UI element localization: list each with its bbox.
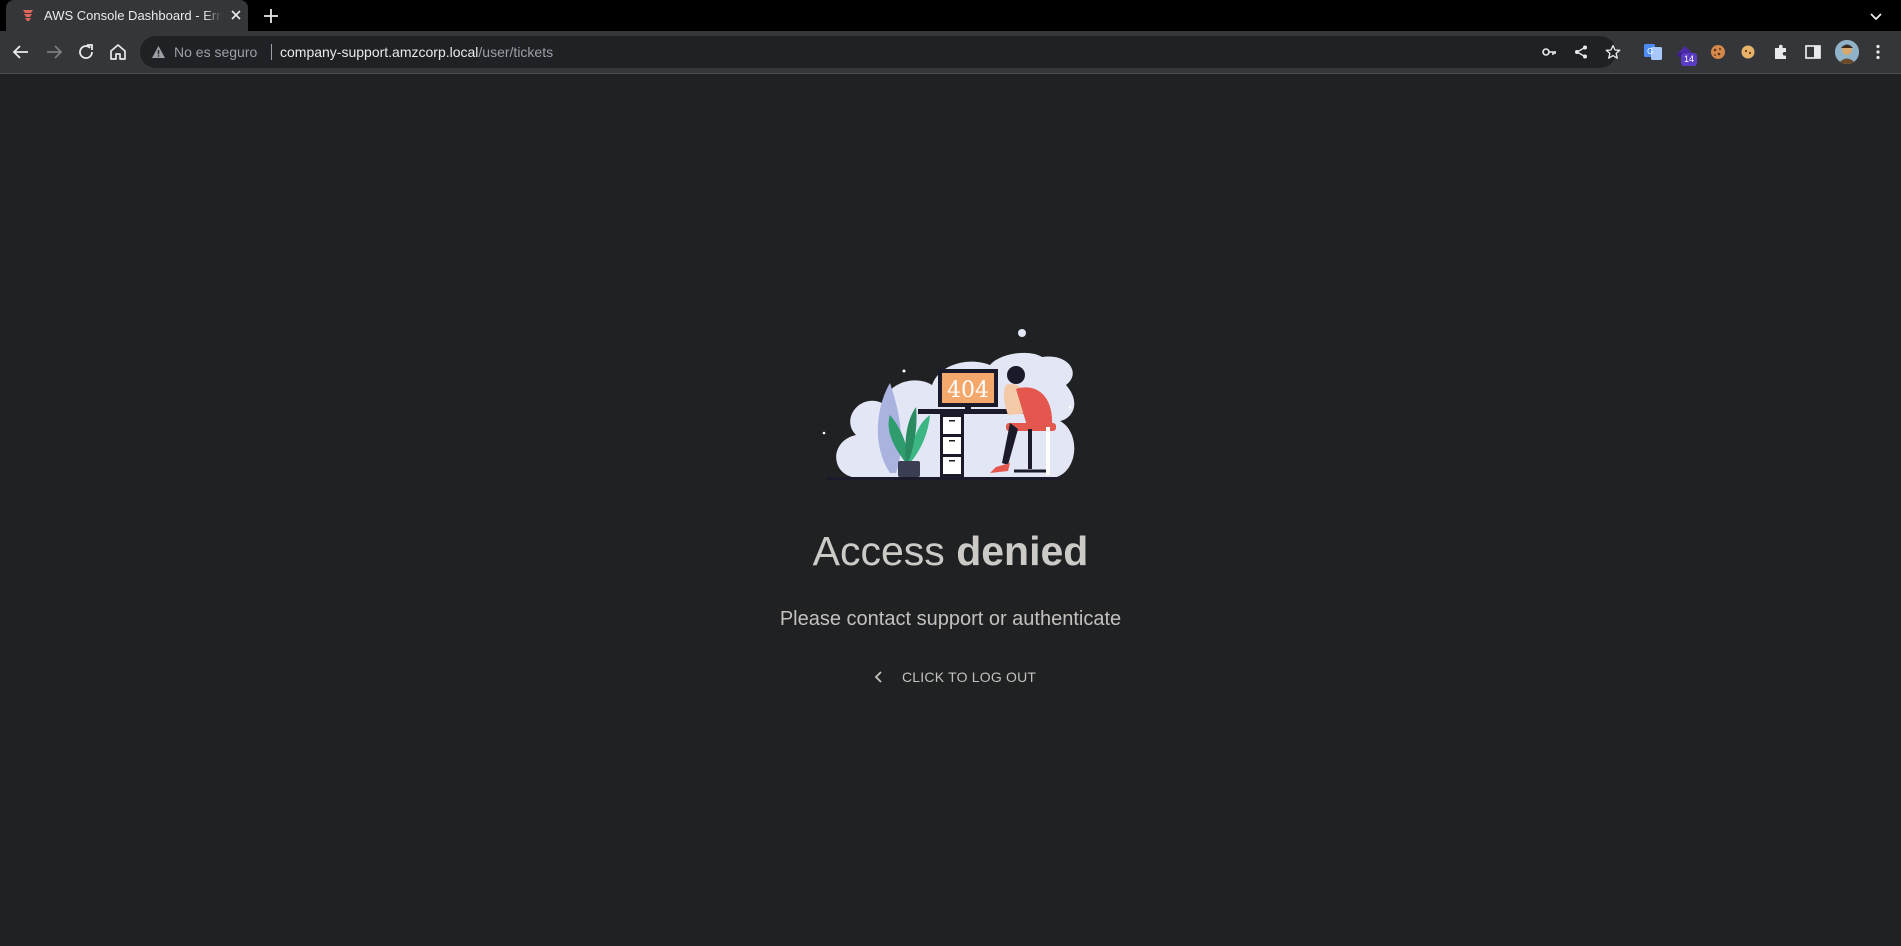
url-host: company-support.amzcorp.local [280,44,479,60]
error-404-illustration: 404 [822,329,1075,480]
chevron-left-icon [874,671,882,683]
layers-favicon-icon [23,10,33,21]
back-icon[interactable] [10,41,32,63]
home-icon[interactable] [107,41,129,63]
address-bar[interactable]: No es seguro company-support.amzcorp.loc… [140,36,1621,68]
title-bold: denied [956,528,1089,574]
puzzle-icon[interactable] [1771,42,1791,62]
reload-icon[interactable] [75,41,97,63]
share-icon[interactable] [1573,44,1589,60]
sidepanel-icon[interactable] [1803,42,1823,62]
logout-label: CLICK TO LOG OUT [902,669,1037,685]
browser-toolbar: No es seguro company-support.amzcorp.loc… [0,31,1901,74]
url-path: /user/tickets [478,44,554,60]
translate-icon[interactable]: G [1643,42,1663,62]
page-title: Access denied [0,528,1901,575]
new-tab-icon[interactable] [261,6,281,26]
cookie-alt-icon[interactable] [1738,42,1758,62]
forward-icon[interactable] [43,41,65,63]
url-text[interactable]: company-support.amzcorp.local/user/ticke… [280,44,553,60]
warning-icon[interactable] [151,45,166,59]
avatar-icon [1835,40,1859,64]
tab-search-chevron-icon[interactable] [1866,6,1886,26]
illustration-404-text: 404 [947,378,989,403]
logout-link[interactable]: CLICK TO LOG OUT [872,665,1036,689]
divider [271,44,272,60]
close-tab-icon[interactable] [228,7,244,23]
title-light: Access [812,528,945,574]
profile-avatar[interactable] [1835,40,1859,64]
page-content: 404 Access denied Please contact support… [0,75,1901,946]
cookie-icon[interactable] [1708,42,1728,62]
menu-icon[interactable] [1868,42,1888,62]
security-label[interactable]: No es seguro [174,44,257,60]
tab-strip: AWS Console Dashboard - Error [0,0,1901,31]
key-icon[interactable] [1541,44,1557,60]
star-icon[interactable] [1605,44,1621,60]
tab-title: AWS Console Dashboard - Error [44,8,222,23]
svg-text:G: G [1647,47,1653,56]
page-subtitle: Please contact support or authenticate [779,608,1122,630]
browser-tab[interactable]: AWS Console Dashboard - Error [6,0,248,31]
extension-badge: 14 [1681,53,1698,66]
